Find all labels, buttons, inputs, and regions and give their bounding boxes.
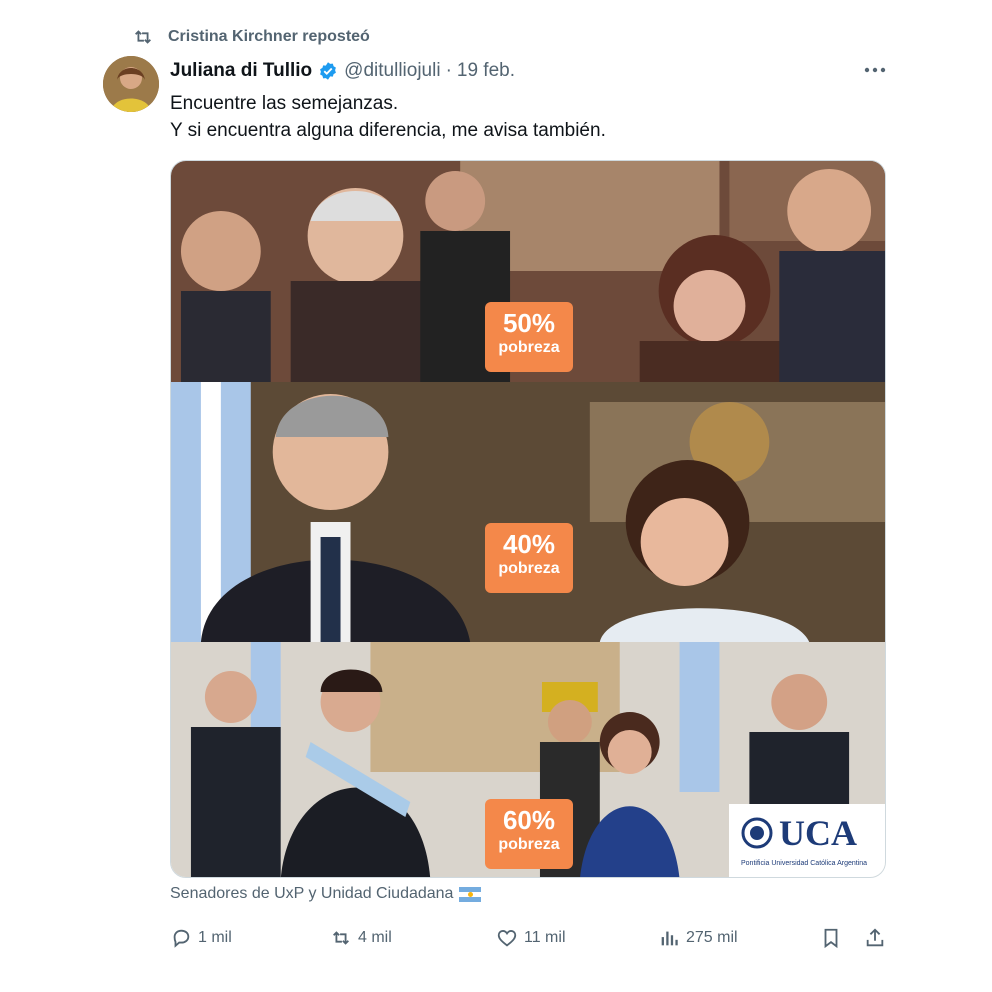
- poverty-badge: 60% pobreza: [485, 799, 573, 869]
- reply-button[interactable]: 1 mil: [170, 924, 232, 952]
- argentina-flag-icon: [459, 886, 482, 902]
- share-icon: [866, 928, 884, 947]
- more-icon: [864, 67, 886, 73]
- reply-icon: [173, 929, 190, 948]
- uca-logo-text: UCA: [779, 813, 857, 853]
- tweet-date[interactable]: 19 feb.: [457, 60, 515, 82]
- heart-icon: [497, 930, 517, 947]
- poverty-percent: 50%: [502, 308, 556, 338]
- poverty-percent: 40%: [502, 529, 556, 559]
- tweet-media[interactable]: 50% pobreza 40% pobreza 60% pobreza UCA …: [170, 160, 886, 878]
- media-caption: Senadores de UxP y Unidad Ciudadana: [170, 885, 482, 903]
- repost-icon: [135, 30, 151, 44]
- avatar[interactable]: [103, 56, 159, 112]
- more-options-button[interactable]: [860, 60, 890, 80]
- tweet-text: Encuentre las semejanzas. Y si encuentra…: [170, 90, 606, 144]
- repost-text: Cristina Kirchner reposteó: [168, 28, 370, 45]
- author-handle[interactable]: @ditulliojuli: [344, 60, 440, 82]
- share-button[interactable]: [864, 924, 886, 952]
- tweet-text-line: Encuentre las semejanzas.: [170, 93, 399, 114]
- photo-panel-1: 50% pobreza: [171, 161, 885, 382]
- avatar-image: [103, 56, 159, 112]
- separator-dot: ·: [445, 60, 452, 81]
- poverty-percent: 60%: [502, 805, 556, 835]
- reply-count: 1 mil: [198, 929, 232, 946]
- photo-panel-2: 40% pobreza: [171, 382, 885, 642]
- caption-text: Senadores de UxP y Unidad Ciudadana: [170, 885, 454, 902]
- repost-icon: [333, 931, 349, 945]
- photo-image: [171, 382, 885, 642]
- poverty-label: pobreza: [498, 836, 560, 853]
- repost-indicator[interactable]: Cristina Kirchner reposteó: [132, 26, 370, 48]
- uca-logo-subtitle: Pontificia Universidad Católica Argentin…: [741, 860, 868, 867]
- verified-badge-icon: [320, 62, 337, 80]
- views-icon: [661, 931, 678, 946]
- poverty-label: pobreza: [498, 339, 560, 356]
- poverty-badge: 40% pobreza: [485, 523, 573, 593]
- repost-button[interactable]: 4 mil: [330, 924, 392, 952]
- poverty-label: pobreza: [498, 560, 560, 577]
- photo-panel-3: 60% pobreza UCA Pontificia Universidad C…: [171, 642, 885, 877]
- tweet-text-line: Y si encuentra alguna diferencia, me avi…: [170, 120, 606, 141]
- like-button[interactable]: 11 mil: [496, 924, 566, 952]
- repost-count: 4 mil: [358, 929, 392, 946]
- views-button[interactable]: 275 mil: [658, 924, 738, 952]
- tweet-header: Juliana di Tullio @ditulliojuli · 19 feb…: [170, 58, 892, 84]
- tweet-actions: 1 mil 4 mil 11 mil 275 mil: [170, 924, 890, 952]
- uca-logo: UCA Pontificia Universidad Católica Arge…: [729, 804, 885, 877]
- bookmark-icon: [824, 928, 838, 949]
- view-count: 275 mil: [686, 929, 738, 946]
- like-count: 11 mil: [524, 929, 566, 946]
- uca-seal-icon: [741, 817, 773, 849]
- bookmark-button[interactable]: [820, 924, 842, 952]
- poverty-badge: 50% pobreza: [485, 302, 573, 372]
- author-name[interactable]: Juliana di Tullio: [170, 60, 312, 82]
